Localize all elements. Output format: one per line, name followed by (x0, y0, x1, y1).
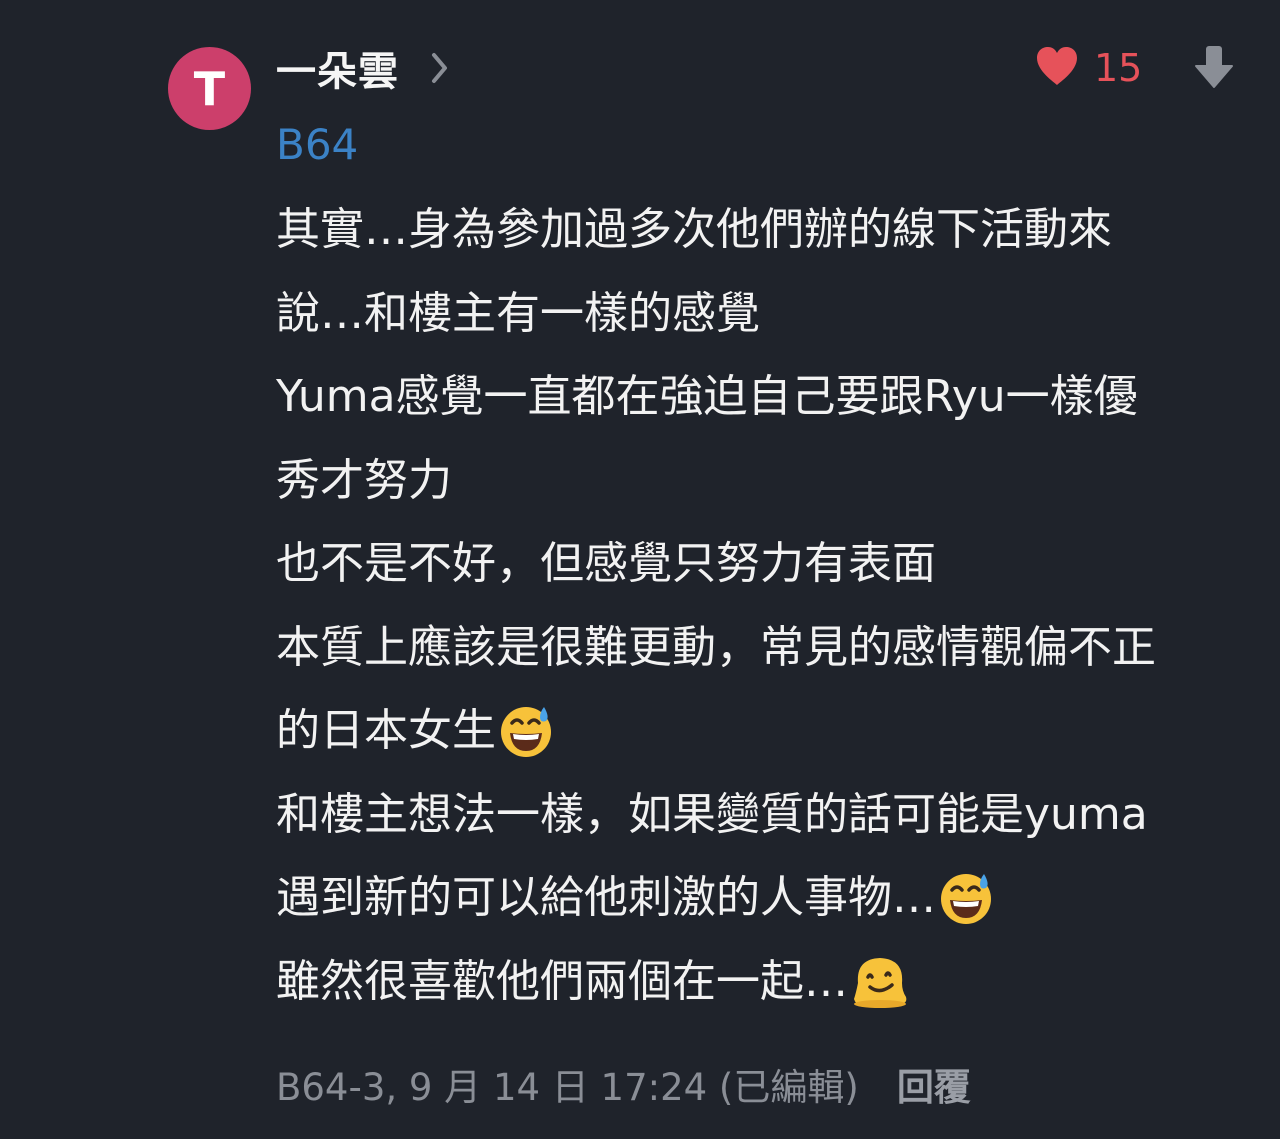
grinning-face-with-sweat-icon (498, 703, 554, 759)
comment-line: 雖然很喜歡他們兩個在一起… (276, 940, 1266, 1024)
comment-line: 本質上應該是很難更動，常見的感情觀偏不正 (276, 621, 1156, 673)
chevron-right-icon[interactable] (429, 51, 451, 85)
downvote-button[interactable] (1194, 44, 1234, 90)
melting-face-icon (850, 953, 907, 1009)
comment-line: 其實…身為參加過多次他們辦的線下活動來 (276, 204, 1112, 255)
comment-line: 說…和樓主有一樣的感覺 (276, 287, 760, 339)
comment-meta: B64-3, 9 月 14 日 17:24 (已編輯) (276, 1066, 859, 1109)
comment-footer: B64-3, 9 月 14 日 17:24 (已編輯) 回覆 (276, 1058, 971, 1110)
comment-line: 秀才努力 (276, 454, 452, 506)
grinning-face-with-sweat-icon (938, 870, 994, 926)
comment-line: Yuma感覺一直都在強迫自己要跟Ryu一樣優 (276, 371, 1138, 422)
heart-icon[interactable] (1034, 45, 1080, 91)
author-row[interactable]: 一朵雲 (276, 40, 451, 96)
reply-button[interactable]: 回覆 (897, 1057, 971, 1111)
comment-line: 遇到新的可以給他刺激的人事物… (276, 856, 1266, 940)
comment-line: 的日本女生 (276, 689, 1266, 773)
comment-line: 和樓主想法一樣，如果變質的話可能是yuma (276, 788, 1148, 840)
author-name[interactable]: 一朵雲 (276, 39, 399, 97)
floor-tag[interactable]: B64 (276, 120, 358, 170)
comment-line: 也不是不好，但感覺只努力有表面 (276, 538, 936, 589)
avatar[interactable]: T (168, 47, 251, 130)
comment-body: 其實…身為參加過多次他們辦的線下活動來 說…和樓主有一樣的感覺 Yuma感覺一直… (276, 188, 1266, 1023)
arrow-down-icon[interactable] (1194, 44, 1234, 90)
like-button[interactable]: 15 (1034, 46, 1142, 90)
like-count: 15 (1094, 46, 1143, 90)
